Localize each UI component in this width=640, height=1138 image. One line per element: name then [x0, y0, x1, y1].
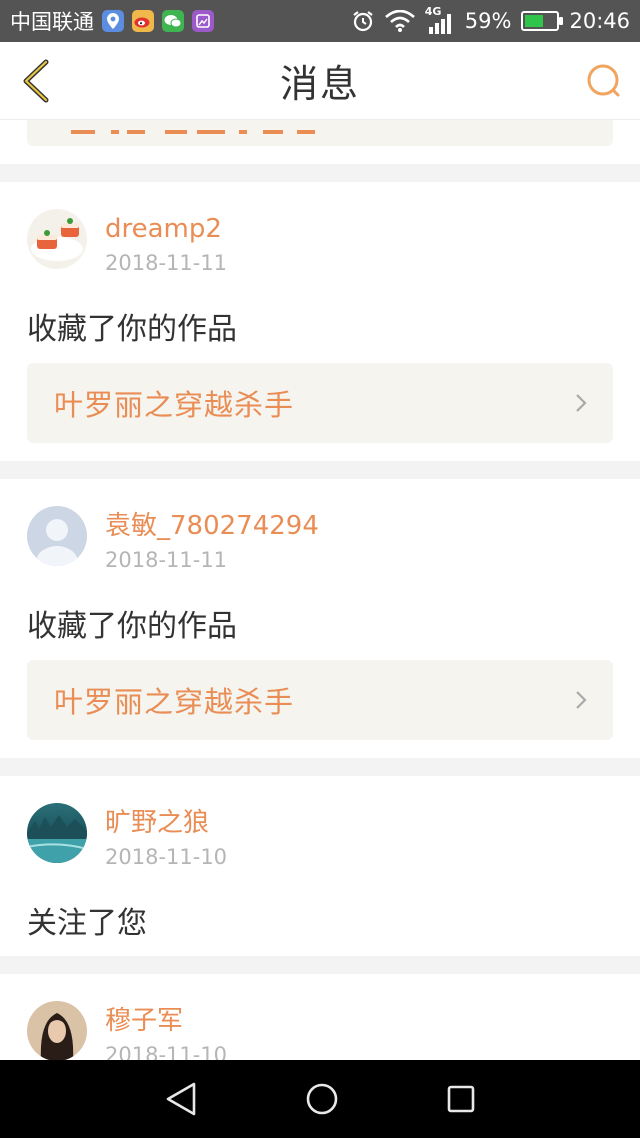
message-card-partial [0, 120, 640, 164]
gallery-app-icon [192, 10, 214, 32]
card-header: dreamp2 2018-11-11 [27, 209, 227, 279]
back-triangle-icon[interactable] [164, 1081, 198, 1117]
alarm-icon [353, 11, 373, 32]
battery-percent: 59% [464, 9, 512, 33]
wechat-app-icon [162, 10, 184, 32]
message-card: dreamp2 2018-11-11 收藏了你的作品 叶罗丽之穿越杀手 [0, 182, 640, 461]
clipped-work-title-glyphs [71, 130, 315, 134]
battery-icon [521, 11, 564, 31]
username[interactable]: 旷野之狼 [105, 805, 227, 841]
card-header: 袁敏_780274294 2018-11-11 [27, 506, 319, 576]
message-card: 袁敏_780274294 2018-11-11 收藏了你的作品 叶罗丽之穿越杀手 [0, 479, 640, 758]
username[interactable]: 穆子军 [105, 1003, 227, 1039]
action-text: 收藏了你的作品 [27, 312, 237, 347]
work-link-partial[interactable] [27, 120, 613, 146]
action-text: 收藏了你的作品 [27, 609, 237, 644]
recents-square-icon[interactable] [446, 1084, 476, 1114]
username[interactable]: 袁敏_780274294 [105, 508, 319, 544]
work-link[interactable]: 叶罗丽之穿越杀手 [27, 363, 613, 443]
page-title: 消息 [279, 62, 360, 106]
signal-icon [428, 14, 451, 34]
location-app-icon [102, 10, 124, 32]
weibo-app-icon [132, 10, 154, 32]
search-button[interactable] [584, 62, 624, 102]
search-icon [587, 64, 620, 97]
message-card: 旷野之狼 2018-11-10 关注了您 [0, 776, 640, 956]
message-date: 2018-11-11 [105, 548, 228, 572]
card-header: 穆子军 2018-11-10 [27, 1001, 227, 1060]
message-list[interactable]: dreamp2 2018-11-11 收藏了你的作品 叶罗丽之穿越杀手 袁敏_7… [0, 120, 640, 1060]
chevron-right-icon [576, 394, 587, 412]
card-header: 旷野之狼 2018-11-10 [27, 803, 227, 873]
action-text: 关注了您 [27, 906, 147, 941]
back-button[interactable] [16, 56, 56, 106]
status-right: 4G 59% 20:46 [351, 5, 630, 34]
landscape-avatar[interactable] [27, 803, 87, 863]
battery-fill [525, 15, 544, 27]
work-link[interactable]: 叶罗丽之穿越杀手 [27, 660, 613, 740]
portrait-avatar[interactable] [27, 1001, 87, 1060]
carrier-label: 中国联通 [10, 10, 94, 34]
message-date: 2018-11-10 [105, 1043, 228, 1060]
user-meta: dreamp2 2018-11-11 [105, 209, 227, 279]
username[interactable]: dreamp2 [105, 211, 227, 247]
message-date: 2018-11-10 [105, 845, 228, 869]
work-title: 叶罗丽之穿越杀手 [54, 685, 295, 719]
wifi-icon [384, 10, 415, 32]
app-screen: 中国联通 4G 59% 20:46 消息 dreamp2 2018-11-11 … [0, 0, 640, 1138]
message-card: 穆子军 2018-11-10 [0, 974, 640, 1060]
food-avatar[interactable] [27, 209, 87, 269]
user-meta: 袁敏_780274294 2018-11-11 [105, 506, 319, 576]
system-nav-bar [0, 1060, 640, 1138]
user-meta: 旷野之狼 2018-11-10 [105, 803, 227, 873]
message-date: 2018-11-11 [105, 251, 228, 275]
chevron-right-icon [576, 691, 587, 709]
status-left: 中国联通 [10, 6, 214, 36]
back-chevron-icon [23, 59, 49, 103]
work-title: 叶罗丽之穿越杀手 [54, 388, 295, 422]
status-bar: 中国联通 4G 59% 20:46 [0, 0, 640, 42]
top-app-bar: 消息 [0, 42, 640, 120]
default-user-avatar[interactable] [27, 506, 87, 566]
home-circle-icon[interactable] [305, 1082, 339, 1116]
signal-group: 4G [425, 5, 455, 34]
user-meta: 穆子军 2018-11-10 [105, 1001, 227, 1060]
clock: 20:46 [569, 9, 630, 33]
